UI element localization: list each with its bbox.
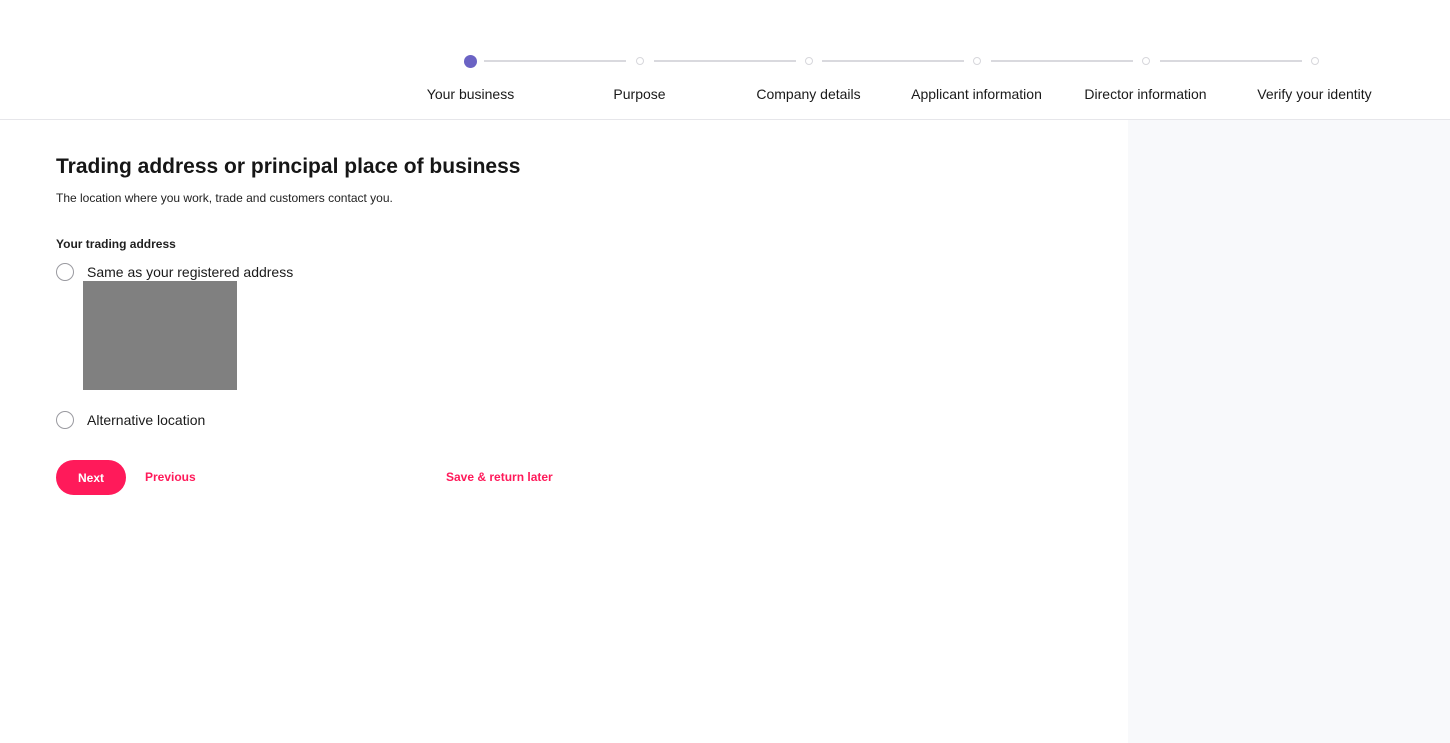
step-dot-icon (635, 57, 644, 65)
redacted-address-block (83, 281, 237, 390)
header: Your business Purpose Company details Ap… (0, 0, 1450, 120)
step-label: Company details (756, 86, 861, 102)
step-director-information[interactable]: Director information (1061, 48, 1302, 108)
step-label: Your business (426, 86, 515, 102)
radio-button[interactable] (56, 411, 74, 429)
step-dot-icon (972, 57, 981, 65)
step-purpose[interactable]: Purpose (555, 48, 796, 108)
step-dot-icon (1141, 57, 1150, 65)
option-label: Alternative location (87, 412, 206, 428)
radio-button[interactable] (56, 263, 74, 281)
previous-link[interactable]: Previous (145, 470, 196, 484)
option-alternative-location[interactable]: Alternative location (56, 409, 205, 431)
step-active-dot-icon (464, 55, 477, 68)
progress-stepper: Your business Purpose Company details Ap… (386, 48, 1398, 108)
step-label: Verify your identity (1257, 86, 1372, 102)
step-your-business[interactable]: Your business (386, 48, 626, 108)
page-subtitle: The location where you work, trade and c… (56, 191, 393, 205)
option-same-as-registered[interactable]: Same as your registered address (56, 261, 293, 283)
step-verify-your-identity[interactable]: Verify your identity (1230, 48, 1399, 108)
step-company-details[interactable]: Company details (724, 48, 964, 108)
step-dot-icon (804, 57, 813, 65)
trading-address-label: Your trading address (56, 237, 176, 251)
form-actions: Next Previous Save & return later (56, 460, 576, 495)
next-button[interactable]: Next (56, 460, 126, 495)
option-label: Same as your registered address (87, 264, 294, 280)
side-panel (1128, 120, 1450, 743)
step-applicant-information[interactable]: Applicant information (892, 48, 1133, 108)
page-title: Trading address or principal place of bu… (56, 155, 521, 178)
step-label: Director information (1084, 86, 1207, 102)
step-dot-icon (1310, 57, 1319, 65)
save-return-later-link[interactable]: Save & return later (446, 470, 553, 484)
step-label: Applicant information (911, 86, 1042, 102)
step-label: Purpose (613, 86, 666, 102)
